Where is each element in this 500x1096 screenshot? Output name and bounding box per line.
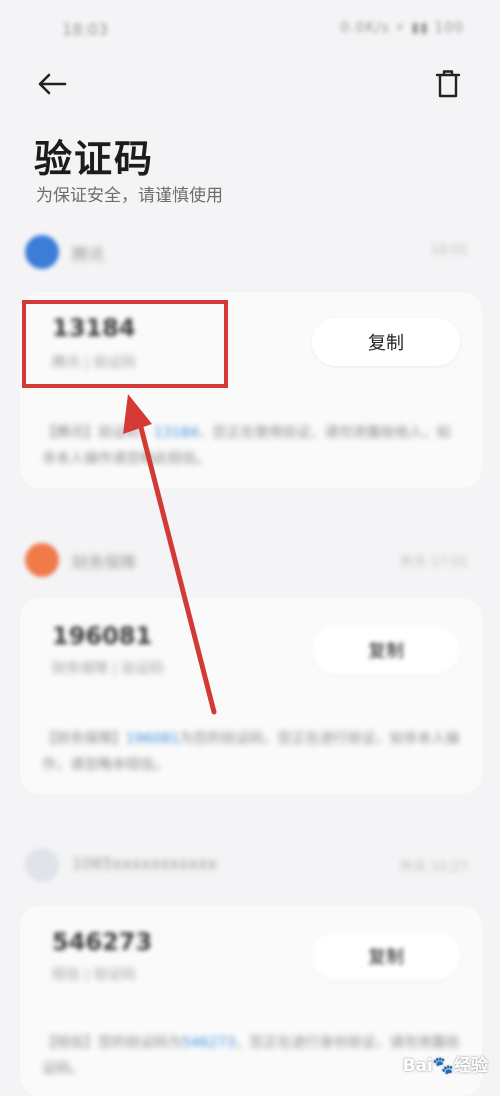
message-text-start: 【短信】您的验证码为	[42, 1035, 182, 1051]
sender-row: 1065xxxxxxxxxxx 昨天 10:27	[22, 845, 482, 885]
message-code-link[interactable]: 546273	[182, 1035, 235, 1051]
message-text: 【腾讯】验证码：13184，您正在使用验证，请勿泄露给他人，如非本人操作请忽略此…	[42, 420, 462, 472]
delete-button[interactable]	[426, 62, 470, 106]
sender-row: 腾讯 18:01	[22, 232, 482, 272]
status-icons: 0.0K/s ⚡ ▮▮ 100	[340, 20, 464, 36]
message-text-start: 【腾讯】验证码：	[42, 425, 154, 441]
copy-button[interactable]: 复制	[312, 318, 460, 366]
page-title: 验证码	[34, 137, 155, 181]
copy-button[interactable]: 复制	[312, 626, 460, 674]
sender-name: 腾讯	[72, 245, 105, 264]
code-label: 财务保障 | 验证码	[52, 661, 164, 677]
sender-time: 昨天 10:27	[400, 860, 468, 875]
back-button[interactable]	[30, 62, 74, 106]
verification-code: 196081	[52, 622, 153, 650]
message-code-link[interactable]: 196081	[126, 731, 179, 747]
message-text-start: 【财务保障】	[42, 731, 126, 747]
code-label: 短信 | 验证码	[52, 967, 136, 983]
sender-row: 财务保障 昨天 17:01	[22, 540, 482, 580]
status-bar: 18:03 0.0K/s ⚡ ▮▮ 100	[0, 0, 500, 60]
highlight-box	[22, 300, 228, 388]
message-text: 【财务保障】196081为您的验证码，您正在进行验证，如非本人操作，请忽略本短信…	[42, 726, 462, 778]
message-text: 【短信】您的验证码为546273，您正在进行身份验证，请勿泄露验证码。	[42, 1030, 462, 1082]
sender-avatar	[25, 848, 59, 882]
status-time: 18:03	[62, 20, 109, 39]
sender-name: 1065xxxxxxxxxxx	[72, 854, 217, 873]
sender-time: 18:01	[430, 243, 468, 258]
verification-code: 546273	[52, 928, 153, 956]
copy-button[interactable]: 复制	[312, 932, 460, 980]
page-subtitle: 为保证安全，请谨慎使用	[36, 186, 223, 206]
code-card: 196081 财务保障 | 验证码 复制 【财务保障】196081为您的验证码，…	[20, 598, 482, 794]
sender-avatar	[25, 235, 59, 269]
watermark-logo: Bai🐾经验	[402, 1056, 488, 1076]
sender-avatar	[25, 543, 59, 577]
sender-name: 财务保障	[72, 553, 137, 572]
trash-icon	[435, 70, 461, 98]
sender-time: 昨天 17:01	[400, 555, 468, 570]
arrow-left-icon	[38, 73, 67, 95]
message-code-link[interactable]: 13184	[154, 425, 199, 441]
